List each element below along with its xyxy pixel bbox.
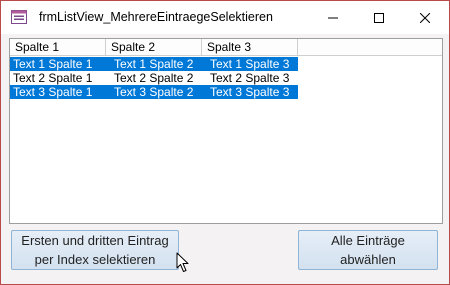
- deselect-all-label-1: Alle Einträge: [331, 233, 405, 248]
- list-cell: Text 2 Spalte 2: [114, 71, 194, 85]
- deselect-all-label-2: abwählen: [340, 252, 396, 267]
- list-cell: Text 1 Spalte 1: [13, 57, 93, 71]
- list-header: Spalte 1 Spalte 2 Spalte 3: [10, 39, 442, 57]
- close-icon: [420, 12, 430, 23]
- maximize-button[interactable]: [356, 1, 402, 34]
- list-row[interactable]: Text 3 Spalte 1 Text 3 Spalte 2 Text 3 Spa…: [10, 85, 298, 99]
- deselect-all-button[interactable]: Alle Einträge abwählen: [298, 230, 438, 270]
- list-view[interactable]: Spalte 1 Spalte 2 Spalte 3 Text 1 Spalte…: [9, 38, 443, 224]
- form-icon: [11, 10, 27, 24]
- minimize-button[interactable]: [310, 1, 356, 34]
- minimize-icon: [328, 17, 338, 18]
- close-button[interactable]: [402, 1, 448, 34]
- column-header-2[interactable]: Spalte 2: [106, 39, 202, 56]
- title-bar[interactable]: frmListView_MehrereEintraegeSelektieren: [1, 1, 449, 34]
- select-first-and-third-label-1: Ersten und dritten Eintrag: [21, 233, 169, 248]
- list-cell: Text 3 Spalte 1: [13, 85, 93, 99]
- list-cell: Text 2 Spalte 3: [210, 71, 290, 85]
- form-window: frmListView_MehrereEintraegeSelektieren …: [0, 0, 450, 285]
- form-body: Spalte 1 Spalte 2 Spalte 3 Text 1 Spalte…: [1, 34, 449, 284]
- list-cell: Text 1 Spalte 2: [114, 57, 194, 71]
- column-header-3[interactable]: Spalte 3: [202, 39, 298, 56]
- list-row[interactable]: Text 1 Spalte 1 Text 1 Spalte 2 Text 1 Spa…: [10, 57, 298, 71]
- window-title: frmListView_MehrereEintraegeSelektieren: [39, 10, 273, 24]
- list-cell: Text 2 Spalte 1: [13, 71, 93, 85]
- select-first-and-third-label-2: per Index selektieren: [34, 252, 156, 267]
- mouse-cursor-icon: [176, 252, 189, 272]
- column-header-1[interactable]: Spalte 1: [10, 39, 106, 56]
- list-cell: Text 3 Spalte 2: [114, 85, 194, 99]
- column-header-filler: [298, 39, 442, 56]
- select-first-and-third-button[interactable]: Ersten und dritten Eintrag per Index sel…: [11, 230, 179, 270]
- list-cell: Text 1 Spalte 3: [210, 57, 290, 71]
- list-cell: Text 3 Spalte 3: [210, 85, 290, 99]
- list-row[interactable]: Text 2 Spalte 1 Text 2 Spalte 2 Text 2 Spa…: [10, 71, 298, 85]
- maximize-icon: [374, 12, 384, 23]
